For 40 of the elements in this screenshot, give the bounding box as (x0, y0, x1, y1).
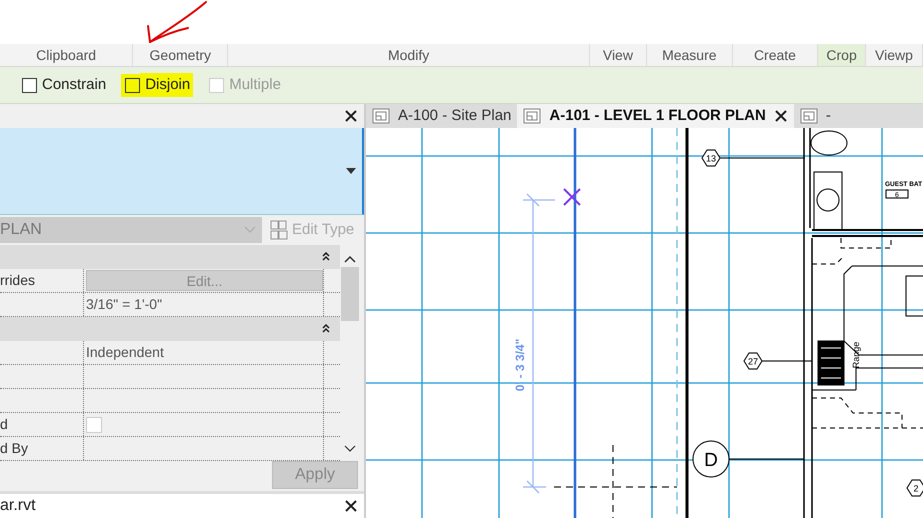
fixture-label: Range (851, 342, 861, 368)
property-checkbox[interactable] (86, 416, 102, 433)
view-tab[interactable]: A-101 - LEVEL 1 FLOOR PLAN (517, 104, 794, 128)
scroll-up-icon[interactable] (344, 255, 356, 264)
collapse-icon[interactable] (322, 252, 330, 262)
chevron-down-icon (244, 226, 256, 234)
checkbox[interactable] (22, 78, 37, 92)
collapse-icon[interactable] (322, 324, 330, 334)
grid-end-marker-icon[interactable] (563, 188, 581, 206)
floor-plan-icon (523, 108, 542, 124)
keynote-tag[interactable]: 2 (906, 480, 923, 496)
checkbox-label: Multiple (228, 74, 282, 95)
ribbon-panel-title: Measure (646, 44, 733, 66)
leader-line (762, 360, 812, 362)
close-icon[interactable] (344, 108, 358, 123)
ribbon-panel-title: View (590, 44, 647, 66)
checkbox-label[interactable]: Constrain (37, 72, 110, 98)
grid-bubble[interactable]: D (692, 440, 730, 478)
ribbon-panel-title: Modify (228, 44, 590, 66)
ribbon-panel-title: Viewp (866, 44, 923, 66)
close-icon[interactable] (344, 498, 358, 513)
ribbon-panel-title: Geometry (133, 44, 228, 66)
edit-type-icon (270, 220, 288, 240)
floor-plan-icon (800, 108, 818, 124)
ribbon-panel-title: Crop (818, 44, 866, 66)
project-browser-title: ar.rvt (0, 496, 36, 516)
scrollbar-thumb[interactable] (341, 267, 359, 322)
property-value: 3/16" = 1'-0" (86, 295, 162, 314)
close-icon[interactable] (774, 109, 788, 123)
property-name: d (0, 415, 8, 434)
ribbon-panel-title: Clipboard (0, 44, 134, 66)
floor-plan-icon (372, 108, 390, 124)
keynote-tag[interactable]: 27 (743, 352, 763, 370)
property-value: Independent (86, 343, 164, 362)
property-name: rrides (0, 271, 36, 290)
property-name: d By (0, 439, 28, 458)
checkbox-label[interactable]: Disjoin (140, 72, 194, 98)
dropdown-arrow-icon (346, 168, 356, 174)
scroll-down-icon[interactable] (344, 445, 356, 454)
keynote-tag[interactable]: 13 (701, 150, 721, 166)
